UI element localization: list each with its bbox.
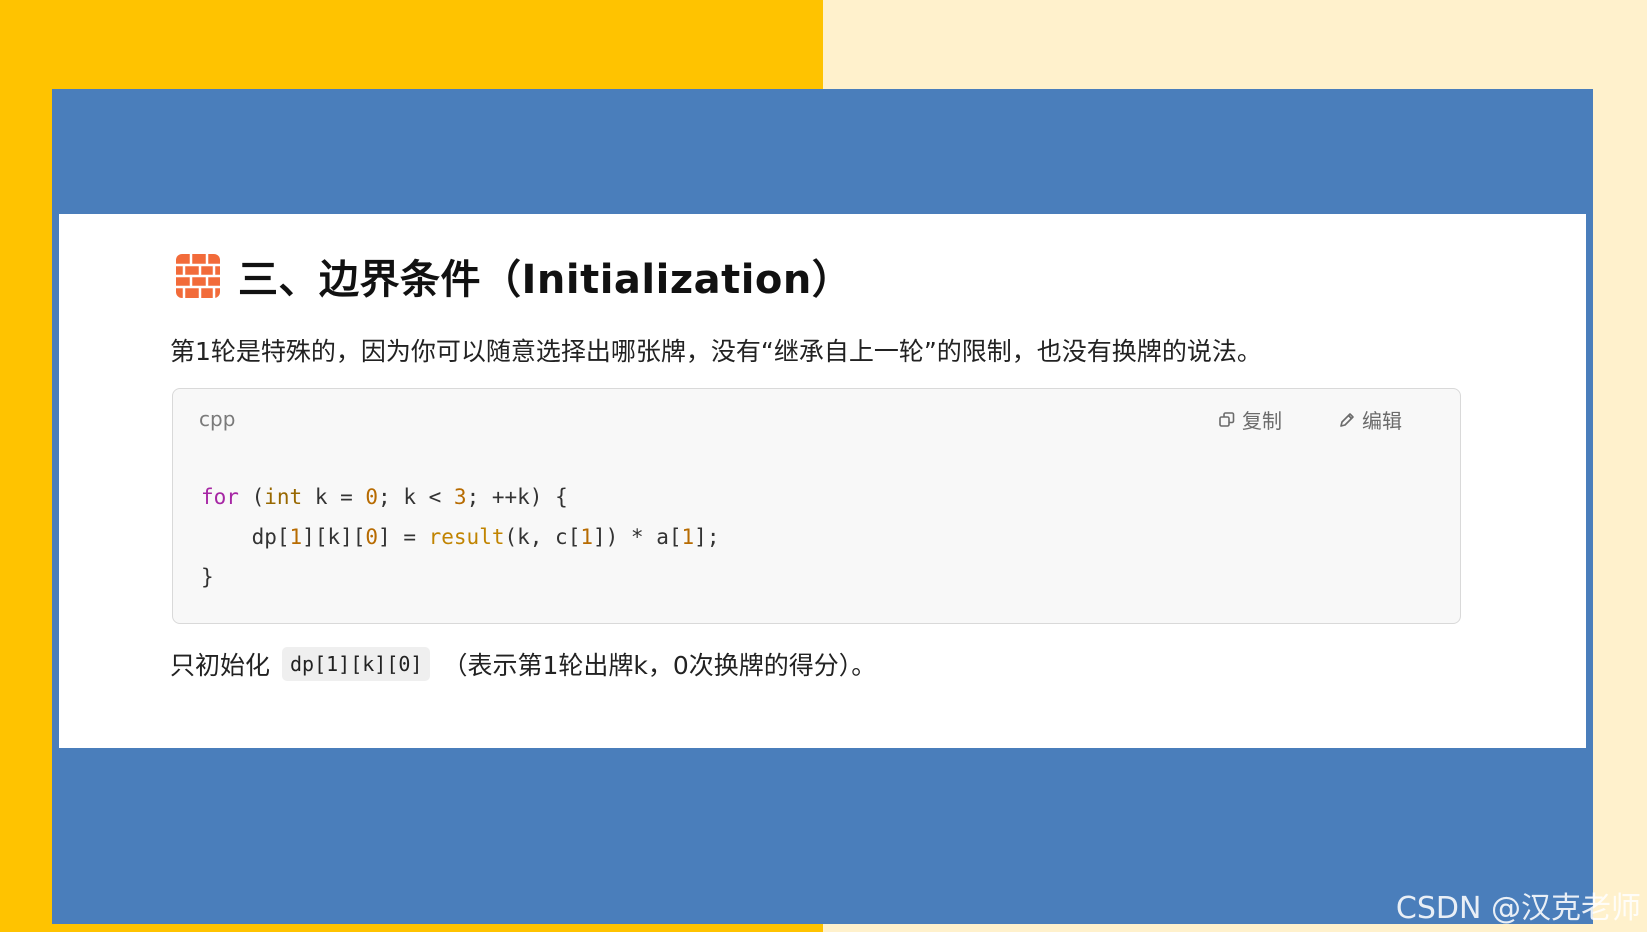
code-block: cpp 复制 编辑 for (int k = 0; k < 3; ++k) { … (172, 388, 1461, 624)
note-prefix: 只初始化 (170, 651, 271, 680)
section-title: 三、边界条件（Initialization） (238, 257, 853, 303)
note-suffix: （表示第1轮出牌k，0次换牌的得分）。 (442, 651, 877, 680)
code-token: 3 (453, 485, 467, 509)
code-token: ]) * a[ (593, 525, 682, 549)
edit-label: 编辑 (1362, 409, 1402, 433)
code-token: 1 (580, 525, 593, 549)
code-token: 0 (365, 485, 379, 509)
code-language-label: cpp (199, 407, 236, 431)
edit-icon (1340, 412, 1354, 427)
code-token: k = (302, 485, 366, 509)
code-token: ; k < (378, 485, 454, 509)
code-token: dp[ (201, 525, 290, 549)
code-token: ] = (378, 525, 429, 549)
code-token: } (201, 565, 214, 589)
code-token: ][k][ (302, 525, 366, 549)
code-token: result (428, 525, 505, 549)
code-token: for (201, 485, 239, 509)
edit-button[interactable]: 编辑 (1338, 405, 1402, 434)
section-heading: 三、边界条件（Initialization） (176, 247, 852, 305)
brick-icon (176, 254, 220, 298)
code-token: 1 (681, 525, 695, 549)
code-token: 1 (289, 525, 303, 549)
code-line: dp[1][k][0] = result(k, c[1]) * a[1]; (201, 517, 720, 557)
code-token: ; ++k) { (466, 485, 568, 509)
code-line: } (201, 557, 719, 597)
note-paragraph: 只初始化 dp[1][k][0] （表示第1轮出牌k，0次换牌的得分）。 (170, 646, 876, 682)
code-token: int (264, 485, 303, 509)
code-token: ]; (694, 525, 720, 549)
intro-paragraph: 第1轮是特殊的，因为你可以随意选择出哪张牌，没有“继承自上一轮”的限制，也没有换… (170, 337, 1262, 366)
copy-icon (1219, 411, 1235, 427)
inline-code: dp[1][k][0] (282, 647, 431, 681)
copy-label: 复制 (1242, 409, 1282, 433)
code-token: (k, c[ (504, 525, 581, 549)
code-token: ( (238, 485, 265, 509)
code-content: for (int k = 0; k < 3; ++k) { dp[1][k][0… (201, 477, 719, 597)
copy-button[interactable]: 复制 (1218, 405, 1282, 434)
watermark: CSDN @汉克老师 (1395, 891, 1641, 926)
code-line: for (int k = 0; k < 3; ++k) { (201, 477, 719, 517)
code-token: 0 (365, 525, 379, 549)
content-card: 三、边界条件（Initialization） 第1轮是特殊的，因为你可以随意选择… (59, 214, 1586, 748)
